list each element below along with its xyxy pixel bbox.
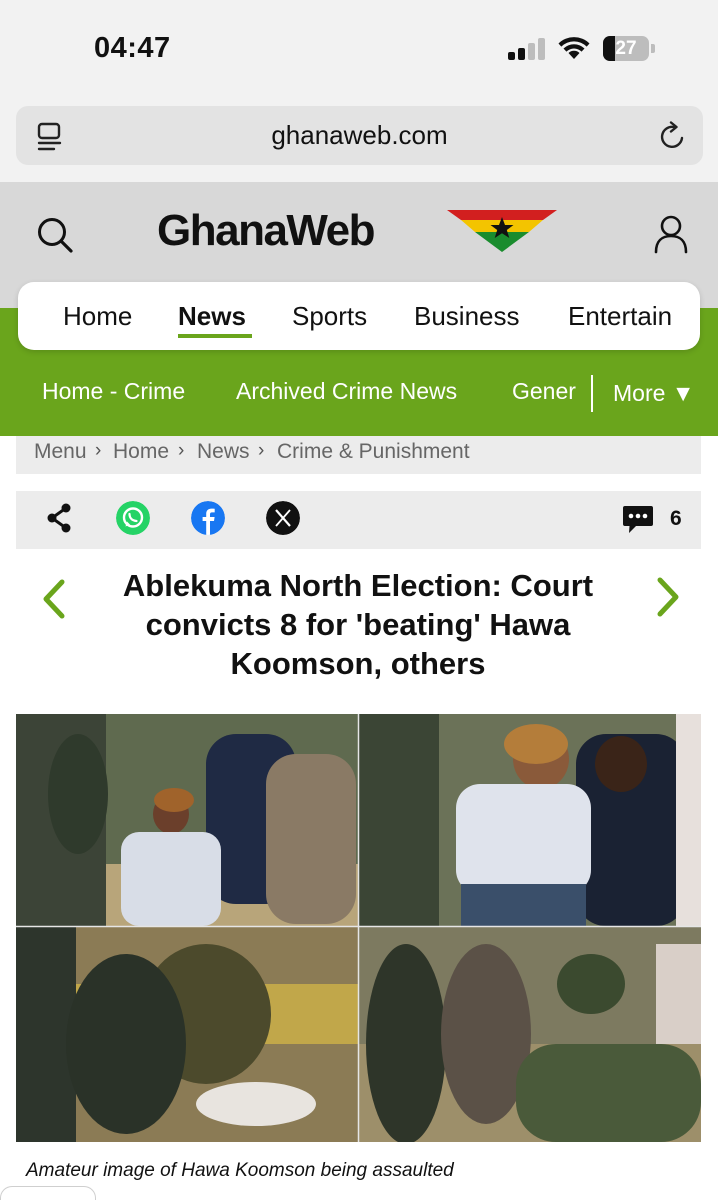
breadcrumb-separator: › xyxy=(258,440,265,461)
browser-toolbar: ghanaweb.com xyxy=(0,100,718,182)
reload-icon[interactable] xyxy=(658,121,688,151)
facebook-icon[interactable] xyxy=(191,501,225,535)
status-bar: 04:47 27 xyxy=(0,0,718,100)
subnav-home-crime[interactable]: Home - Crime xyxy=(42,378,185,405)
article-image[interactable] xyxy=(16,714,701,1142)
battery-icon: 27 xyxy=(603,36,655,61)
cellular-signal-icon xyxy=(508,38,545,60)
user-account-icon[interactable] xyxy=(652,214,690,254)
nav-business[interactable]: Business xyxy=(414,282,520,350)
subnav-archived-crime-news[interactable]: Archived Crime News xyxy=(236,378,457,405)
status-time: 04:47 xyxy=(94,32,171,64)
address-bar[interactable]: ghanaweb.com xyxy=(16,106,703,165)
logo-text: GhanaWeb xyxy=(157,206,376,255)
battery-percentage: 27 xyxy=(615,38,637,59)
breadcrumb-menu[interactable]: Menu xyxy=(34,440,87,464)
nav-home[interactable]: Home xyxy=(63,282,132,350)
url-text[interactable]: ghanaweb.com xyxy=(16,106,703,165)
main-nav: Home News Sports Business Entertain xyxy=(18,282,700,350)
share-icon[interactable] xyxy=(44,503,74,533)
search-icon[interactable] xyxy=(36,216,74,254)
breadcrumb-crime-punishment[interactable]: Crime & Punishment xyxy=(277,440,470,464)
wifi-icon xyxy=(558,37,590,59)
subnav-more-button[interactable]: More ▼ xyxy=(613,380,695,407)
nav-sports[interactable]: Sports xyxy=(292,282,367,350)
x-icon[interactable] xyxy=(266,501,300,535)
image-caption: Amateur image of Hawa Koomson being assa… xyxy=(26,1160,454,1181)
breadcrumb-home[interactable]: Home xyxy=(113,440,169,464)
breadcrumb-separator: › xyxy=(95,440,102,461)
article-photo-collage xyxy=(16,714,701,1142)
whatsapp-icon[interactable] xyxy=(116,501,150,535)
breadcrumb-news[interactable]: News xyxy=(197,440,250,464)
comment-icon[interactable] xyxy=(621,505,655,535)
active-tab-underline xyxy=(178,334,252,338)
share-bar: 6 xyxy=(16,491,701,549)
subnav-general-label: Gener xyxy=(512,378,576,404)
next-article-icon[interactable] xyxy=(652,576,684,618)
previous-article-icon[interactable] xyxy=(38,578,70,620)
bottom-sheet-edge xyxy=(0,1186,96,1200)
nav-news[interactable]: News xyxy=(178,282,246,350)
comment-count[interactable]: 6 xyxy=(670,507,682,531)
ghana-flag-icon xyxy=(447,210,557,252)
breadcrumb-separator: › xyxy=(178,440,185,461)
nav-entertainment[interactable]: Entertain xyxy=(568,282,672,350)
article-headline: Ablekuma North Election: Court convicts … xyxy=(122,568,594,681)
subnav-general[interactable]: Gener xyxy=(512,370,578,410)
breadcrumb: Menu › Home › News › Crime & Punishment xyxy=(16,436,701,474)
subnav-divider xyxy=(591,375,593,412)
